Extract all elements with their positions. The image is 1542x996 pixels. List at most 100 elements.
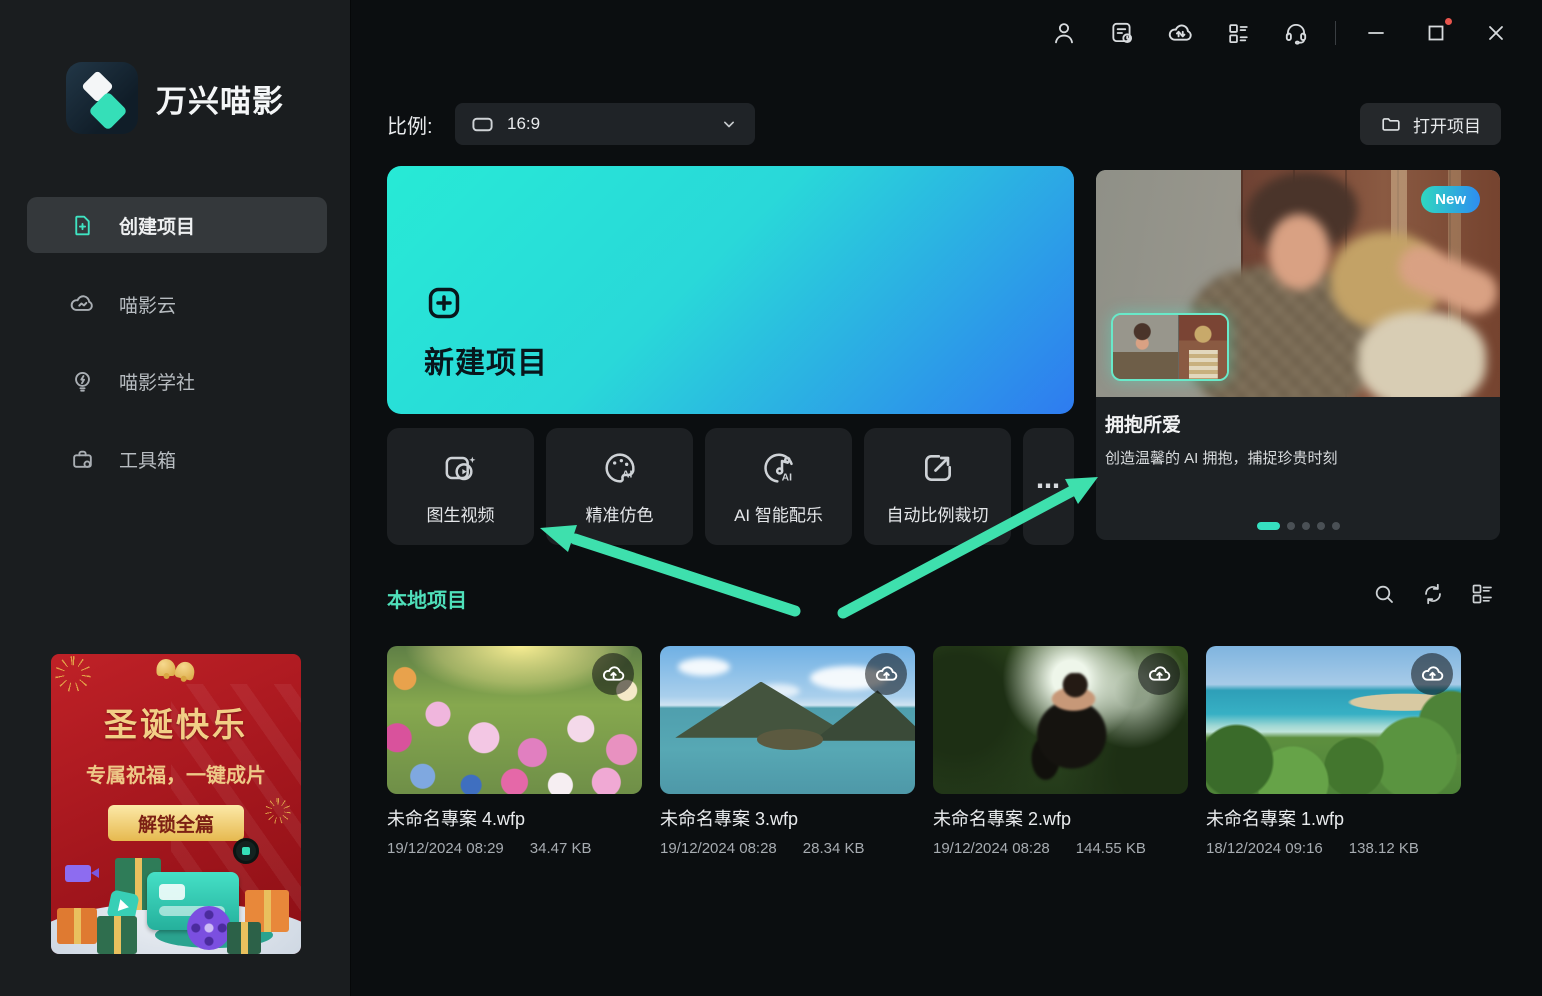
- maximize-button[interactable]: [1406, 16, 1466, 50]
- feature-label: 精准仿色: [586, 501, 654, 526]
- project-date: 18/12/2024 09:16: [1206, 840, 1323, 857]
- project-card[interactable]: 未命名專案 3.wfp 19/12/2024 08:28 28.34 KB: [660, 646, 915, 857]
- sidebar-item-label: 创建项目: [119, 212, 195, 239]
- ratio-value: 16:9: [507, 114, 540, 134]
- project-size: 144.55 KB: [1076, 840, 1146, 857]
- list-view-icon[interactable]: [1470, 582, 1494, 606]
- feature-label: 自动比例裁切: [887, 501, 989, 526]
- local-projects-title: 本地项目: [387, 584, 467, 613]
- more-dots-icon: ⋯: [1036, 472, 1061, 501]
- titlebar: [1035, 16, 1526, 50]
- user-account-icon[interactable]: [1035, 16, 1093, 50]
- color-match-ai-icon: AI: [600, 448, 640, 488]
- search-icon[interactable]: [1372, 582, 1396, 606]
- bulb-flash-icon: [69, 368, 95, 394]
- promo-card-subtitle: 创造温馨的 AI 拥抱，捕捉珍贵时刻: [1105, 447, 1338, 468]
- new-project-title: 新建项目: [424, 338, 548, 382]
- cloud-upload-icon[interactable]: [592, 653, 634, 695]
- auto-ratio-crop-icon: [918, 448, 958, 488]
- ai-hug-promo-card[interactable]: New 拥抱所爱 创造温馨的 AI 拥抱，捕捉珍贵时刻: [1096, 170, 1500, 540]
- sidebar-item-academy[interactable]: 喵影学社: [27, 353, 327, 409]
- titlebar-divider: [1335, 21, 1336, 45]
- carousel-dot[interactable]: [1332, 522, 1340, 530]
- project-size: 28.34 KB: [803, 840, 865, 857]
- chevron-down-icon: [719, 114, 739, 134]
- promo-banner-christmas[interactable]: 圣诞快乐 专属祝福，一键成片 解锁全篇: [51, 654, 301, 954]
- svg-text:AI: AI: [781, 472, 791, 483]
- cloud-upload-icon[interactable]: [865, 653, 907, 695]
- local-projects-actions: [1372, 582, 1494, 606]
- firework-icon: [265, 798, 291, 824]
- new-project-card[interactable]: 新建项目: [387, 166, 1074, 414]
- project-date: 19/12/2024 08:28: [660, 840, 777, 857]
- refresh-icon[interactable]: [1421, 582, 1445, 606]
- ratio-16-9-icon: [471, 113, 494, 136]
- cloud-transfer-icon[interactable]: [1151, 16, 1209, 50]
- minimize-button[interactable]: [1346, 16, 1406, 50]
- feature-ai-music[interactable]: AI AI 智能配乐: [705, 428, 852, 545]
- sidebar: 万兴喵影 创建项目 喵影云 喵影学社 工具箱: [0, 0, 351, 996]
- project-name: 未命名專案 2.wfp: [933, 805, 1188, 831]
- banner-illustration: [51, 842, 301, 954]
- project-card[interactable]: 未命名專案 4.wfp 19/12/2024 08:29 34.47 KB: [387, 646, 642, 857]
- file-plus-icon: [69, 212, 95, 238]
- project-thumbnail-forest: [933, 646, 1188, 794]
- feature-label: 图生视频: [427, 501, 495, 526]
- ratio-select[interactable]: 16:9: [455, 103, 755, 145]
- feature-color-match[interactable]: AI 精准仿色: [546, 428, 693, 545]
- folder-icon: [1380, 113, 1402, 135]
- cloud-icon: [69, 291, 95, 317]
- app-logo-icon: [66, 62, 138, 134]
- firework-icon: [55, 656, 91, 692]
- app-logo: 万兴喵影: [66, 62, 284, 134]
- project-name: 未命名專案 4.wfp: [387, 805, 642, 831]
- feature-more-button[interactable]: ⋯: [1023, 428, 1074, 545]
- notification-dot: [1445, 18, 1452, 25]
- source-photos-thumbnail: [1111, 313, 1229, 381]
- cloud-upload-icon[interactable]: [1138, 653, 1180, 695]
- ratio-label: 比例:: [387, 110, 433, 139]
- feature-auto-crop[interactable]: 自动比例裁切: [864, 428, 1011, 545]
- new-badge: New: [1421, 186, 1480, 213]
- project-name: 未命名專案 1.wfp: [1206, 805, 1461, 831]
- bells-icon: [157, 659, 196, 676]
- project-name: 未命名專案 3.wfp: [660, 805, 915, 831]
- project-thumbnail-coast: [1206, 646, 1461, 794]
- feature-image-to-video[interactable]: 图生视频: [387, 428, 534, 545]
- carousel-dot[interactable]: [1287, 522, 1295, 530]
- carousel-dot[interactable]: [1257, 522, 1280, 530]
- ai-music-icon: AI: [759, 448, 799, 488]
- sidebar-item-create-project[interactable]: 创建项目: [27, 197, 327, 253]
- cloud-upload-icon[interactable]: [1411, 653, 1453, 695]
- render-queue-icon[interactable]: [1093, 16, 1151, 50]
- project-date: 19/12/2024 08:29: [387, 840, 504, 857]
- sidebar-item-cloud[interactable]: 喵影云: [27, 276, 327, 332]
- app-title: 万兴喵影: [156, 76, 284, 121]
- project-date: 19/12/2024 08:28: [933, 840, 1050, 857]
- plus-square-icon: [425, 284, 463, 322]
- project-card[interactable]: 未命名專案 2.wfp 19/12/2024 08:28 144.55 KB: [933, 646, 1188, 857]
- project-size: 138.12 KB: [1349, 840, 1419, 857]
- promo-card-title: 拥抱所爱: [1105, 410, 1181, 437]
- project-size: 34.47 KB: [530, 840, 592, 857]
- feature-label: AI 智能配乐: [734, 501, 823, 526]
- project-thumbnail-lake: [660, 646, 915, 794]
- project-card[interactable]: 未命名專案 1.wfp 18/12/2024 09:16 138.12 KB: [1206, 646, 1461, 857]
- app-window: 万兴喵影 创建项目 喵影云 喵影学社 工具箱: [0, 0, 1542, 996]
- carousel-dots: [1096, 522, 1500, 530]
- open-project-button[interactable]: 打开项目: [1360, 103, 1501, 145]
- support-headset-icon[interactable]: [1267, 16, 1325, 50]
- sidebar-item-toolbox[interactable]: 工具箱: [27, 431, 327, 487]
- unlock-button[interactable]: 解锁全篇: [108, 805, 244, 841]
- open-project-label: 打开项目: [1413, 112, 1481, 137]
- close-button[interactable]: [1466, 16, 1526, 50]
- sidebar-item-label: 喵影云: [119, 291, 176, 318]
- app-grid-icon[interactable]: [1209, 16, 1267, 50]
- svg-text:AI: AI: [622, 469, 632, 480]
- carousel-dot[interactable]: [1317, 522, 1325, 530]
- image-to-video-icon: [441, 448, 481, 488]
- toolbox-icon: [69, 446, 95, 472]
- sidebar-item-label: 喵影学社: [119, 368, 195, 395]
- carousel-dot[interactable]: [1302, 522, 1310, 530]
- sidebar-item-label: 工具箱: [119, 446, 176, 473]
